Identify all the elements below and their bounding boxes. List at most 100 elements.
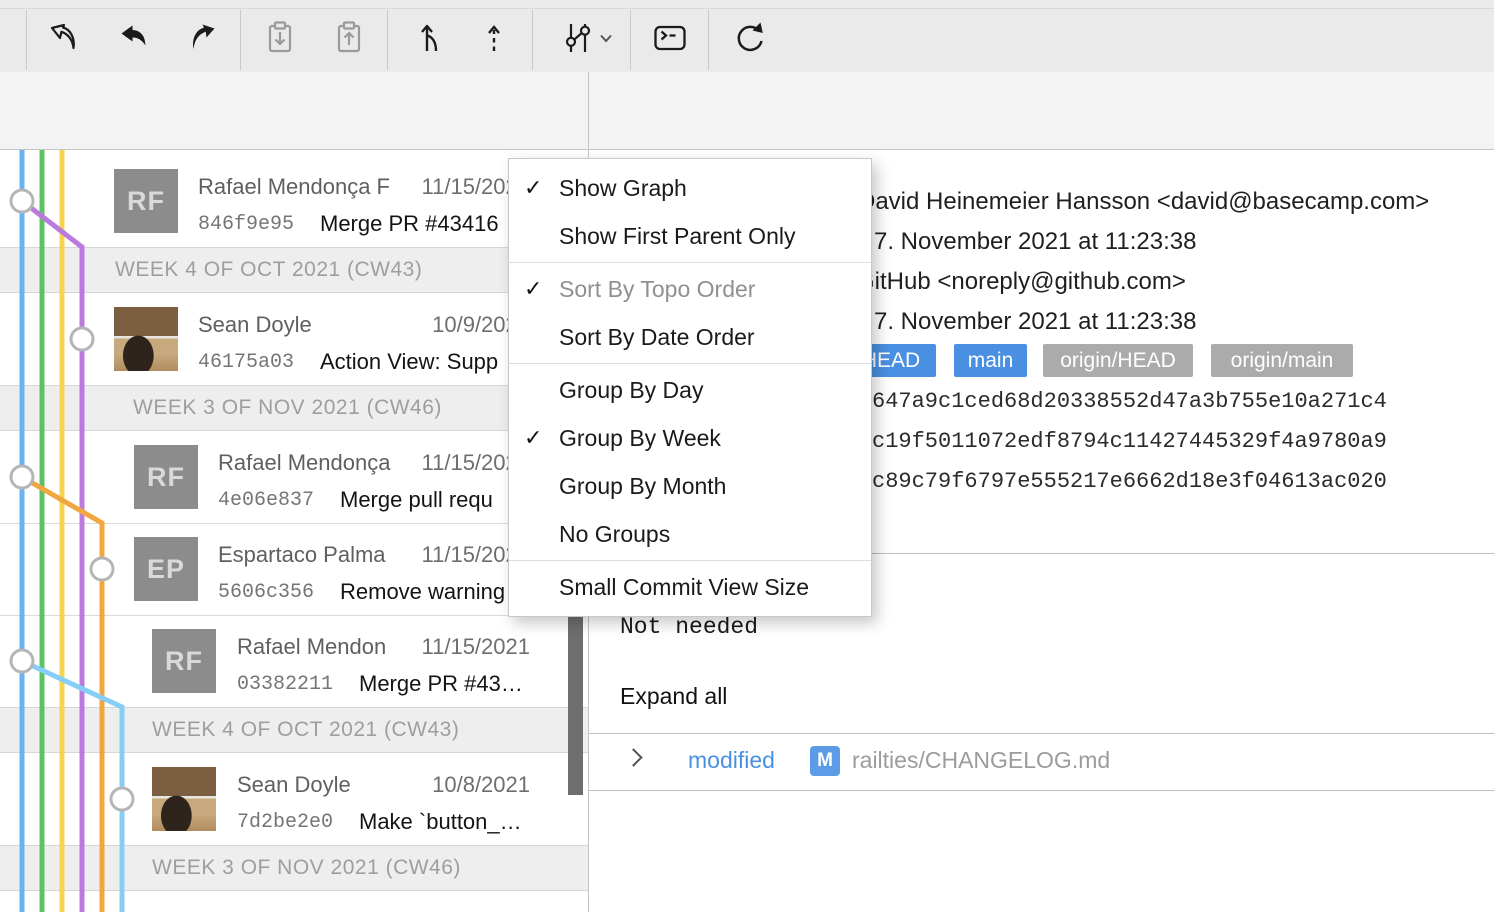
menu-separator <box>509 262 871 263</box>
menu-item-group-by-week[interactable]: ✓ Group By Week <box>509 414 871 462</box>
toolbar-divider <box>240 10 241 70</box>
toolbar-divider <box>532 10 533 70</box>
file-status-label[interactable]: modified <box>688 747 775 774</box>
undo-arrow-button[interactable] <box>113 16 157 60</box>
rebase-dashed-arrow-icon <box>474 18 514 58</box>
chevron-right-icon[interactable] <box>624 748 642 766</box>
menu-item-label: Group By Week <box>559 425 721 451</box>
avatar-initials: RF <box>134 445 198 509</box>
commit-list: RF Rafael Mendonça F 11/15/2021 846f9e95… <box>0 150 588 912</box>
section-divider <box>589 790 1494 791</box>
terminal-button[interactable] <box>648 16 692 60</box>
commit-message: Merge PR #43… <box>359 671 523 697</box>
commit-row[interactable]: Sean Doyle 10/8/2021 7d2be2e0 Make `butt… <box>0 753 588 845</box>
menu-item-show-first-parent-only[interactable]: Show First Parent Only <box>509 212 871 260</box>
commit-row[interactable]: Sean Doyle 10/9/2021 46175a03 Action Vie… <box>0 293 588 385</box>
ref-badge-main[interactable]: main <box>954 344 1027 377</box>
commit-date: 11/15/2021 <box>422 634 530 660</box>
avatar-initials: RF <box>114 169 178 233</box>
commit-short-hash: 846f9e95 <box>198 213 294 236</box>
ref-badge-origin-main[interactable]: origin/main <box>1211 344 1353 377</box>
toolbar-divider <box>708 10 709 70</box>
subheader: All Branches, Remotes, Tags 5647a9c1 <box>0 72 1494 150</box>
view-options-menu: ✓ Show Graph Show First Parent Only ✓ So… <box>508 158 872 617</box>
avatar-initials: EP <box>134 537 198 601</box>
commit-row[interactable]: RF Rafael Mendonça 11/15/2021 4e06e837 M… <box>0 431 588 523</box>
commit-message: Action View: Supp <box>320 349 498 375</box>
menu-item-label: Show Graph <box>559 175 687 201</box>
commit-message: Make `button_… <box>359 809 522 835</box>
avatar-photo <box>114 307 178 371</box>
terminal-icon <box>650 18 690 58</box>
week-group-header: WEEK 4 OF OCT 2021 (CW43) <box>0 707 588 753</box>
expand-all-button[interactable]: Expand all <box>620 683 727 710</box>
commit-committer-line: GitHub <noreply@github.com> <box>856 268 1186 296</box>
parent-sha: c19f5011072edf8794c11427445329f4a9780a9 <box>872 428 1387 456</box>
modified-badge: M <box>810 746 840 776</box>
commit-author: Sean Doyle <box>198 312 312 338</box>
commit-row[interactable]: RF Rafael Mendonça F 11/15/2021 846f9e95… <box>0 155 588 247</box>
refresh-icon <box>728 18 768 58</box>
commit-message: Merge PR #43416 <box>320 211 499 237</box>
commit-row[interactable]: RF Rafael Mendon 11/15/2021 03382211 Mer… <box>0 615 588 707</box>
menu-item-sort-by-date-order[interactable]: Sort By Date Order <box>509 313 871 361</box>
rebase-button[interactable] <box>472 16 516 60</box>
redo-arrow-button[interactable] <box>179 16 223 60</box>
menu-item-label: Sort By Date Order <box>559 324 755 350</box>
toolbar-divider <box>387 10 388 70</box>
commit-author: Rafael Mendonça F <box>198 174 390 200</box>
menu-item-sort-by-topo-order[interactable]: ✓ Sort By Topo Order <box>509 265 871 313</box>
menu-item-show-graph[interactable]: ✓ Show Graph <box>509 164 871 212</box>
commit-short-hash: 46175a03 <box>198 351 294 374</box>
menu-item-label: Show First Parent Only <box>559 223 795 249</box>
commit-author: Sean Doyle <box>237 772 351 798</box>
graph-options-icon <box>558 18 598 58</box>
commit-author-line: David Heinemeier Hansson <david@basecamp… <box>858 188 1429 216</box>
menu-item-label: Group By Day <box>559 377 703 403</box>
refresh-button[interactable] <box>726 16 770 60</box>
commit-author-date: 7. November 2021 at 11:23:38 <box>874 228 1196 256</box>
share-arrow-button[interactable] <box>43 16 87 60</box>
scrollbar-thumb[interactable] <box>568 600 583 795</box>
file-path: railties/CHANGELOG.md <box>852 747 1110 774</box>
commit-short-hash: 7d2be2e0 <box>237 811 333 834</box>
stash-clipboard-icon <box>260 18 300 58</box>
commit-sha: 647a9c1ced68d20338552d47a3b755e10a271c4 <box>872 388 1387 416</box>
commit-message-body: Not needed <box>620 614 758 640</box>
commit-author: Rafael Mendon <box>237 634 386 660</box>
graph-options-chevron[interactable] <box>596 16 616 60</box>
checkmark-icon: ✓ <box>524 414 542 462</box>
toolbar <box>0 0 1494 73</box>
graph-options-button[interactable] <box>556 16 600 60</box>
commit-row[interactable]: EP Espartaco Palma 11/15/2021 5606c356 R… <box>0 523 588 615</box>
commit-date: 10/8/2021 <box>432 772 530 798</box>
avatar-photo <box>152 767 216 831</box>
commit-short-hash: 5606c356 <box>218 581 314 604</box>
merge-button[interactable] <box>408 16 452 60</box>
commit-message: Remove warning <box>340 579 505 605</box>
menu-item-group-by-day[interactable]: Group By Day <box>509 366 871 414</box>
stash-button[interactable] <box>258 16 302 60</box>
week-group-header: WEEK 3 OF NOV 2021 (CW46) <box>0 845 588 891</box>
avatar-initials: RF <box>152 629 216 693</box>
file-row[interactable]: modified M railties/CHANGELOG.md <box>588 733 1494 790</box>
week-group-header: WEEK 4 OF OCT 2021 (CW43) <box>0 247 588 293</box>
menu-item-group-by-month[interactable]: Group By Month <box>509 462 871 510</box>
toolbar-divider <box>26 10 27 70</box>
menu-item-no-groups[interactable]: No Groups <box>509 510 871 558</box>
ref-badge-origin-head[interactable]: origin/HEAD <box>1043 344 1193 377</box>
menu-separator <box>509 363 871 364</box>
pop-stash-button[interactable] <box>327 16 371 60</box>
menu-item-label: Small Commit View Size <box>559 574 809 600</box>
share-arrow-icon <box>45 18 85 58</box>
chevron-down-icon <box>599 32 613 44</box>
menu-item-label: No Groups <box>559 521 670 547</box>
menu-item-small-commit-view-size[interactable]: Small Commit View Size <box>509 563 871 611</box>
menu-separator <box>509 560 871 561</box>
checkmark-icon: ✓ <box>524 265 542 313</box>
pop-stash-clipboard-icon <box>329 18 369 58</box>
parent-sha: c89c79f6797e555217e6662d18e3f04613ac020 <box>872 468 1387 496</box>
menu-item-label: Group By Month <box>559 473 726 499</box>
checkmark-icon: ✓ <box>524 164 542 212</box>
commit-commit-date: 7. November 2021 at 11:23:38 <box>874 308 1196 336</box>
